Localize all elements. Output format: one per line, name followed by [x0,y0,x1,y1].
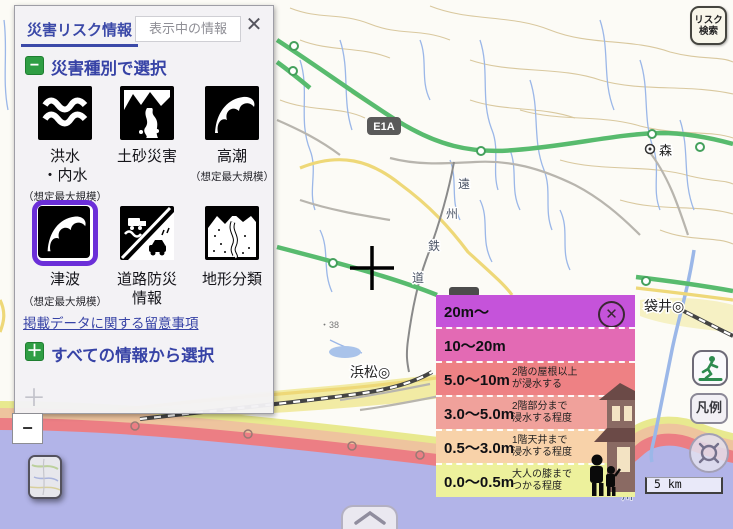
overview-minimap-button[interactable] [28,455,62,499]
road-disaster-type-button[interactable] [120,206,174,260]
running-person-icon [696,354,724,382]
tsunami-wave-icon [38,206,90,258]
tsunami-depth-legend: 20m〜 ✕ 10〜20m 5.0〜10m 2階の屋根以上が浸水する 3.0〜5… [436,295,635,497]
storm-surge-sub-label: （想定最大規模） [177,169,287,184]
all-info-label[interactable]: すべての情報から選択 [51,342,214,366]
legend-row: 10〜20m [436,327,635,361]
svg-text:州: 州 [446,207,458,221]
expand-all-info-button[interactable]: ＋ [25,342,44,361]
landslide-icon [120,86,174,140]
svg-text:森: 森 [659,143,672,158]
legend-row: 0.0〜0.5m 大人の膝までつかる程度 [436,463,635,497]
data-notes-link[interactable]: 掲載データに関する留意事項 [23,312,199,332]
svg-text:鉄: 鉄 [428,238,440,253]
legend-row: 0.5〜3.0m 1階天井まで浸水する程度 [436,429,635,463]
legend-depth-label: 0.0〜0.5m [444,471,514,492]
chevron-up-icon [350,507,390,529]
lake [329,346,361,358]
road-disaster-icon [120,206,174,260]
legend-depth-label: 3.0〜5.0m [444,403,514,424]
legend-depth-desc: 1階天井まで浸水する程度 [512,435,572,459]
legend-row: 3.0〜5.0m 2階部分まで浸水する程度 [436,395,635,429]
panel-close-icon[interactable]: ✕ [243,14,265,36]
legend-row: 5.0〜10m 2階の屋根以上が浸水する [436,361,635,395]
current-location-button[interactable] [689,433,729,473]
hazard-map-app: E1A 森 袋井◎ 浜松◎ ・38 遠 州 鉄 道 太 田 川 2 [0,0,733,529]
legend-depth-label: 20m〜 [444,301,489,322]
legend-close-button[interactable]: ✕ [598,301,625,328]
e1a-shield: E1A [367,117,401,135]
road-disaster-label: 道路防災情報 [107,270,187,308]
legend-depth-desc: 2階部分まで浸水する程度 [512,401,572,425]
evacuation-site-button[interactable] [692,350,728,386]
label-fukuroi: 袋井◎ [644,298,684,314]
zoom-out-button[interactable]: − [12,413,43,444]
legend-toggle-button[interactable]: 凡例 [690,393,728,424]
minimap-thumbnail [30,457,60,497]
tab-displayed-info[interactable]: 表示中の情報 [135,16,241,42]
storm-surge-type-button[interactable] [205,86,259,140]
collapse-drawer-button[interactable] [341,505,398,529]
tsunami-sub-label: （想定最大規模） [10,294,120,309]
storm-surge-wave-icon [205,86,259,140]
svg-text:E1A: E1A [373,121,394,133]
svg-text:道: 道 [412,271,424,285]
tsunami-type-button-selected[interactable] [32,200,98,266]
zoom-in-button-behind-panel: ＋ [17,382,51,416]
svg-text:遠: 遠 [458,177,470,191]
legend-row: 20m〜 ✕ [436,295,635,327]
landform-type-button[interactable] [205,206,259,260]
label-hamamatsu: 浜松◎ [350,364,390,380]
tab-disaster-risk-info[interactable]: 災害リスク情報 [21,16,138,47]
section-title: 災害種別で選択 [51,55,167,79]
map-scale-bar: 5 km [645,477,723,494]
gps-target-icon [696,440,722,466]
legend-depth-desc: 2階の屋根以上が浸水する [512,367,578,391]
landform-icon [205,206,259,260]
flood-icon [38,86,92,140]
landslide-label: 土砂災害 [107,147,187,166]
label-spot-height: ・38 [320,320,339,330]
legend-depth-desc: 大人の膝までつかる程度 [512,469,572,493]
flood-type-button[interactable] [38,86,92,140]
legend-depth-label: 5.0〜10m [444,369,510,390]
tsunami-label: 津波 [25,270,105,289]
risk-search-button[interactable]: リスク 検索 [690,6,727,45]
disaster-risk-panel: 災害リスク情報 表示中の情報 ✕ − 災害種別で選択 [14,5,274,414]
storm-surge-label: 高潮 [192,147,272,166]
flood-label: 洪水・内水 [25,147,105,185]
legend-depth-label: 10〜20m [444,335,506,356]
collapse-section-button[interactable]: − [25,56,44,75]
landform-label: 地形分類 [192,270,272,289]
landslide-type-button[interactable] [120,86,174,140]
legend-depth-label: 0.5〜3.0m [444,437,514,458]
